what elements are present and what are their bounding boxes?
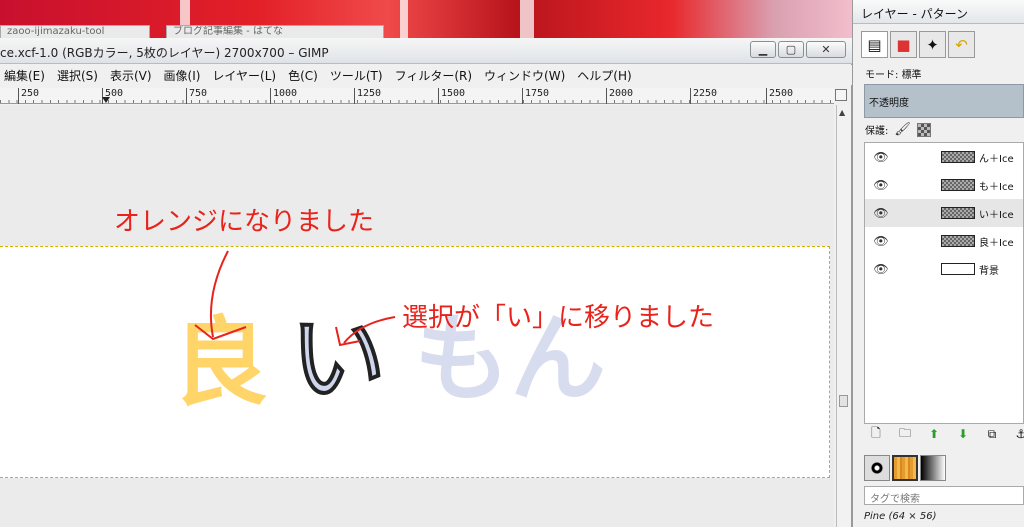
- visibility-eye-icon[interactable]: 👁: [865, 234, 897, 248]
- layer-name: 背景: [979, 265, 999, 277]
- gimp-image-window: ce.xcf-1.0 (RGBカラー, 5枚のレイヤー) 2700x700 – …: [0, 38, 852, 527]
- lock-alpha-checker-icon[interactable]: [916, 122, 931, 137]
- menu-select[interactable]: 選択(S): [57, 67, 98, 84]
- menu-edit[interactable]: 編集(E): [4, 67, 45, 84]
- lock-label: 保護:: [865, 126, 889, 137]
- layers-patterns-dock: レイヤー - パターン ▤ ■ ✦ ↶ モード: 標準 不透明度 保護: 🖌 👁…: [852, 0, 1024, 527]
- layer-row[interactable]: 👁 も＋Ice: [865, 171, 1023, 199]
- menu-windows[interactable]: ウィンドウ(W): [484, 67, 565, 84]
- new-layer-icon[interactable]: 🗋: [869, 426, 883, 441]
- window-title: ce.xcf-1.0 (RGBカラー, 5枚のレイヤー) 2700x700 – …: [0, 46, 329, 60]
- close-button[interactable]: ✕: [806, 41, 846, 58]
- menu-filters[interactable]: フィルター(R): [395, 67, 472, 84]
- tab-undo-history[interactable]: ↶: [948, 31, 975, 58]
- lock-pixels-brush-icon[interactable]: 🖌: [894, 122, 911, 137]
- layer-thumbnail: [941, 235, 975, 247]
- maximize-button[interactable]: ▢: [778, 41, 804, 58]
- menu-colors[interactable]: 色(C): [288, 67, 318, 84]
- dock-tabs: ▤ ■ ✦ ↶: [861, 31, 975, 58]
- scroll-up-arrow-icon[interactable]: ▲: [839, 108, 848, 117]
- ruler-tick: 750: [186, 88, 207, 104]
- annotation-arrows: [194, 250, 396, 347]
- visibility-eye-icon[interactable]: 👁: [865, 206, 897, 220]
- layer-name: も＋Ice: [979, 181, 1014, 193]
- undo-icon: ↶: [955, 35, 968, 54]
- vertical-scrollbar[interactable]: ▲: [836, 105, 850, 527]
- lower-layer-icon[interactable]: ⬇: [956, 427, 970, 441]
- horizontal-ruler[interactable]: 250 500 750 1000 1250 1500 1750 2000 225…: [0, 88, 834, 104]
- scrollbar-thumb[interactable]: [839, 395, 848, 407]
- mode-row: モード: 標準: [865, 66, 922, 81]
- lock-row: 保護: 🖌: [865, 122, 931, 137]
- background-tab-2[interactable]: ブログ記事編集 - はてな: [166, 25, 384, 39]
- layer-thumbnail: [941, 207, 975, 219]
- raise-layer-icon[interactable]: ⬆: [927, 427, 941, 441]
- mode-select[interactable]: 標準: [902, 70, 922, 81]
- ruler-tick: 1500: [438, 88, 465, 104]
- ruler-tick: 2250: [690, 88, 717, 104]
- ruler-tick: 2000: [606, 88, 633, 104]
- menu-bar: 編集(E) 選択(S) 表示(V) 画像(I) レイヤー(L) 色(C) ツール…: [0, 65, 852, 85]
- layer-name: 良＋Ice: [979, 237, 1014, 249]
- layer-name: ん＋Ice: [979, 153, 1014, 165]
- gradients-tab-icon[interactable]: [920, 455, 946, 481]
- tag-search-input[interactable]: タグで検索: [864, 486, 1024, 505]
- ruler-tick: 250: [18, 88, 39, 104]
- layer-buttons: 🗋 🗀 ⬆ ⬇ ⧉ ⚓: [869, 426, 1024, 442]
- visibility-eye-icon[interactable]: 👁: [865, 262, 897, 276]
- ruler-tick: 1250: [354, 88, 381, 104]
- paths-icon: ✦: [926, 35, 939, 54]
- menu-layer[interactable]: レイヤー(L): [212, 67, 276, 84]
- dock-title: レイヤー - パターン: [853, 0, 1024, 24]
- title-bar[interactable]: ce.xcf-1.0 (RGBカラー, 5枚のレイヤー) 2700x700 – …: [0, 38, 852, 64]
- layers-list[interactable]: 👁 ん＋Ice 👁 も＋Ice 👁 い＋Ice 👁 良＋Ice 👁 背景: [864, 142, 1024, 424]
- visibility-eye-icon[interactable]: 👁: [865, 150, 897, 164]
- tab-paths[interactable]: ✦: [919, 31, 946, 58]
- visibility-eye-icon[interactable]: 👁: [865, 178, 897, 192]
- ruler-tick: 1000: [270, 88, 297, 104]
- layer-row-active[interactable]: 👁 い＋Ice: [865, 199, 1023, 227]
- patterns-tab-icon[interactable]: [892, 455, 918, 481]
- brushes-tab-icon[interactable]: [864, 455, 890, 481]
- ruler-tick: 2500: [766, 88, 793, 104]
- opacity-slider[interactable]: 不透明度: [864, 84, 1024, 118]
- tab-layers[interactable]: ▤: [861, 31, 888, 58]
- layer-thumbnail: [941, 151, 975, 163]
- layer-row[interactable]: 👁 良＋Ice: [865, 227, 1023, 255]
- tab-channels[interactable]: ■: [890, 31, 917, 58]
- layer-thumbnail: [941, 179, 975, 191]
- layer-name: い＋Ice: [979, 209, 1014, 221]
- new-layer-group-icon[interactable]: 🗀: [898, 426, 912, 441]
- pattern-name: Pine (64 × 56): [864, 511, 937, 522]
- layer-thumbnail: [941, 263, 975, 275]
- ruler-pointer-marker: [102, 97, 110, 103]
- navigate-corner-button[interactable]: [835, 89, 847, 101]
- minimize-button[interactable]: ▁: [750, 41, 776, 58]
- menu-view[interactable]: 表示(V): [110, 67, 152, 84]
- canvas-area[interactable]: 良 い もん オレンジになりました 選択が「い」に移りました: [0, 105, 834, 527]
- opacity-label: 不透明度: [869, 98, 909, 109]
- layer-row[interactable]: 👁 背景: [865, 255, 1023, 283]
- layers-icon: ▤: [867, 35, 882, 54]
- anchor-layer-icon[interactable]: ⚓: [1014, 427, 1024, 441]
- pattern-tabs: [864, 455, 946, 481]
- duplicate-layer-icon[interactable]: ⧉: [985, 427, 999, 441]
- mode-label: モード:: [865, 70, 899, 81]
- menu-help[interactable]: ヘルプ(H): [577, 67, 631, 84]
- menu-tools[interactable]: ツール(T): [330, 67, 383, 84]
- layer-row[interactable]: 👁 ん＋Ice: [865, 143, 1023, 171]
- channels-icon: ■: [896, 35, 911, 54]
- ruler-tick: 1750: [522, 88, 549, 104]
- menu-image[interactable]: 画像(I): [164, 67, 201, 84]
- background-tab-1[interactable]: zaoo-ijimazaku-tool: [0, 25, 150, 39]
